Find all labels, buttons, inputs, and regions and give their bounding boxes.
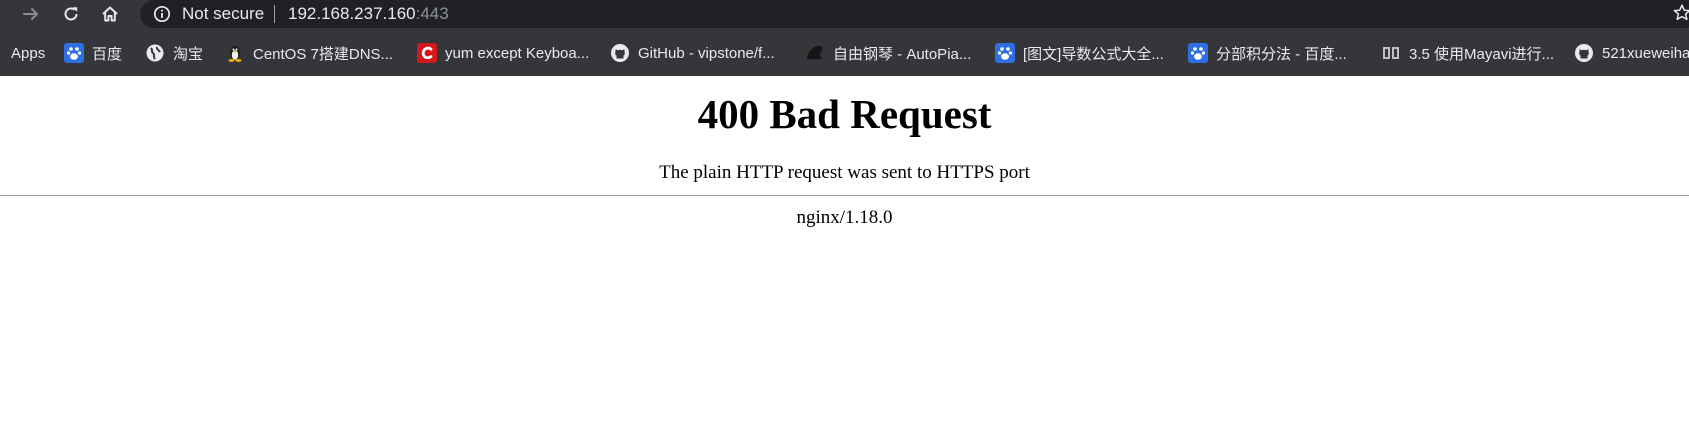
bookmark-label: 百度 [92,45,123,63]
bookmark-label: GitHub - vipstone/f... [638,44,775,62]
url-port: :443 [415,4,449,23]
address-bar[interactable]: Not secure 192.168.237.160:443 [140,0,1689,28]
tux-icon [228,46,242,62]
info-icon[interactable] [153,5,171,23]
bookmark-taobao[interactable]: 淘宝 [145,42,203,64]
url-text[interactable]: 192.168.237.160:443 [288,4,449,24]
bookmark-label: 521xueweiha [1602,44,1689,62]
bookmark-label: yum except Keyboa... [445,44,590,62]
bookmark-label: 淘宝 [173,45,204,63]
baidu-paw-icon [995,43,1015,63]
bookmark-baidu[interactable]: 百度 [64,42,122,64]
security-status-label[interactable]: Not secure [182,4,264,24]
bookmarks-bar: Apps 百度 淘宝 CentOS 7搭建DNS... yum except K… [0,28,1689,76]
reload-button[interactable] [56,0,86,28]
book-icon [1383,47,1399,59]
github-icon [611,44,629,62]
bookmark-mayavi[interactable]: 3.5 使用Mayavi进行... [1381,42,1554,64]
error-message: The plain HTTP request was sent to HTTPS… [659,162,1030,183]
arrow-right-icon [23,8,38,20]
bookmark-label: Apps [11,44,46,62]
bookmark-label: [图文]导数公式大全... [1023,45,1164,63]
browser-toolbar: Not secure 192.168.237.160:443 [0,0,1689,28]
home-icon [102,6,118,22]
csdn-icon [417,43,437,63]
piano-icon [807,46,823,59]
server-signature: nginx/1.18.0 [796,207,893,228]
home-button[interactable] [95,0,125,28]
bookmark-label: 自由钢琴 - AutoPia... [833,45,972,63]
bookmark-integration-by-parts[interactable]: 分部积分法 - 百度... [1188,42,1347,64]
baidu-paw-icon [1188,43,1208,63]
horizontal-rule [0,195,1689,196]
github-icon [1575,44,1593,62]
globe-icon [146,44,164,62]
bookmark-yum-except[interactable]: yum except Keyboa... [417,42,589,64]
page-title: 400 Bad Request [697,91,992,137]
bookmark-apps[interactable]: Apps [11,42,45,64]
bookmark-521xueweiha[interactable]: 521xueweiha [1574,42,1689,64]
baidu-paw-icon [64,43,84,63]
bookmark-label: 3.5 使用Mayavi进行... [1409,45,1555,63]
bookmark-derivative-formulas[interactable]: [图文]导数公式大全... [995,42,1164,64]
back-button[interactable] [16,0,46,28]
url-host: 192.168.237.160 [288,4,416,23]
star-icon[interactable] [1672,3,1689,23]
bookmark-label: CentOS 7搭建DNS... [253,45,394,63]
address-separator [274,5,275,23]
bookmark-autopiano[interactable]: 自由钢琴 - AutoPia... [805,42,971,64]
bookmark-label: 分部积分法 - 百度... [1216,45,1347,63]
reload-icon [64,7,78,21]
bookmark-github-vipstone[interactable]: GitHub - vipstone/f... [610,42,775,64]
bookmark-centos-dns[interactable]: CentOS 7搭建DNS... [225,42,393,64]
